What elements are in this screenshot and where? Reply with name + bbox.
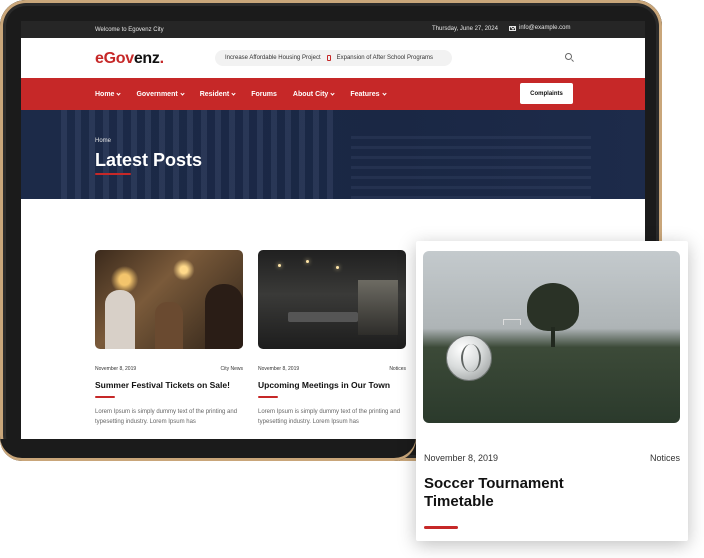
post-meta: November 8, 2019 Notices: [258, 366, 406, 372]
title-underline: [424, 526, 458, 529]
nav-item-features[interactable]: Features: [350, 90, 387, 98]
search-icon[interactable]: [565, 53, 572, 60]
post-image[interactable]: [95, 250, 243, 349]
post-card[interactable]: November 8, 2019 Notices Upcoming Meetin…: [258, 250, 406, 427]
chevron-down-icon: [330, 90, 335, 96]
post-excerpt: Lorem Ipsum is simply dummy text of the …: [258, 409, 401, 425]
complaints-button[interactable]: Complaints: [520, 83, 573, 104]
post-title[interactable]: Upcoming Meetings in Our Town: [258, 380, 406, 390]
chevron-down-icon: [116, 90, 122, 96]
email-link[interactable]: info@example.com: [509, 25, 570, 31]
nav-item-resident[interactable]: Resident: [200, 91, 236, 98]
nav-item-government[interactable]: Government: [136, 90, 185, 98]
breadcrumb[interactable]: Home: [95, 138, 111, 144]
welcome-text: Welcome to Egovenz City: [95, 26, 164, 33]
nav-item-about-city[interactable]: About City: [293, 90, 335, 98]
title-underline: [258, 396, 278, 398]
current-date: Thursday, June 27, 2024: [432, 26, 498, 32]
post-date: November 8, 2019: [258, 366, 300, 372]
nav-item-home[interactable]: Home: [95, 90, 122, 98]
chevron-down-icon: [381, 90, 387, 96]
featured-post-image[interactable]: [423, 251, 680, 423]
document-icon: [326, 55, 331, 61]
post-category[interactable]: City News: [220, 366, 243, 372]
post-excerpt: Lorem Ipsum is simply dummy text of the …: [95, 409, 238, 425]
main-nav: Home Government Resident Forums About Ci…: [21, 78, 645, 110]
site-header: eGovenz. Increase Affordable Housing Pro…: [21, 38, 645, 78]
title-underline: [95, 173, 131, 175]
post-category[interactable]: Notices: [389, 366, 406, 372]
featured-post-card[interactable]: November 8, 2019 Notices Soccer Tourname…: [416, 241, 688, 541]
featured-post-meta: November 8, 2019 Notices: [424, 453, 680, 463]
mail-icon: [509, 25, 516, 31]
post-title[interactable]: Summer Festival Tickets on Sale!: [95, 380, 243, 390]
news-ticker[interactable]: Increase Affordable Housing Project Expa…: [215, 50, 452, 66]
post-image[interactable]: [258, 250, 406, 349]
post-date: November 8, 2019: [95, 366, 137, 372]
ticker-item-1[interactable]: Increase Affordable Housing Project: [225, 55, 321, 61]
chevron-down-icon: [180, 90, 185, 96]
nav-item-forums[interactable]: Forums: [251, 91, 277, 98]
top-bar: Welcome to Egovenz City Thursday, June 2…: [21, 21, 645, 38]
featured-post-date: November 8, 2019: [424, 453, 499, 463]
soccer-ball-image: [446, 335, 492, 381]
page-hero: Home Latest Posts: [21, 110, 645, 199]
site-logo[interactable]: eGovenz.: [95, 50, 164, 68]
post-meta: November 8, 2019 City News: [95, 366, 243, 372]
featured-post-title[interactable]: Soccer Tournament Timetable: [424, 475, 624, 511]
chevron-down-icon: [231, 90, 236, 96]
post-card[interactable]: November 8, 2019 City News Summer Festiv…: [95, 250, 243, 427]
ticker-item-2[interactable]: Expansion of After School Programs: [337, 55, 433, 61]
title-underline: [95, 396, 115, 398]
email-text: info@example.com: [519, 25, 571, 31]
page-title: Latest Posts: [95, 150, 203, 170]
featured-post-category[interactable]: Notices: [650, 453, 680, 463]
